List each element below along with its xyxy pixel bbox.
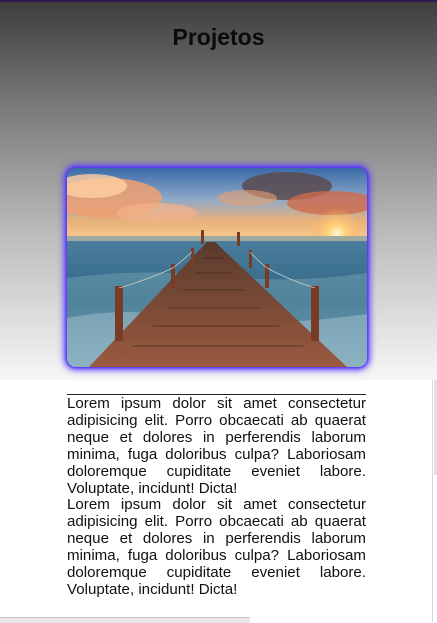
horizontal-scrollbar[interactable] [0,617,250,623]
page-title: Projetos [172,24,265,50]
lorem-article: Lorem ipsum dolor sit amet consectetur a… [67,396,366,622]
article-paragraph: Lorem ipsum dolor sit amet consectetur a… [67,496,366,598]
hero-section: Projetos [0,2,437,380]
page-edge-line [432,380,433,622]
article-top-rule [67,394,366,395]
article-paragraph: Lorem ipsum dolor sit amet consectetur a… [67,396,366,497]
pier-sunset-image [67,168,367,367]
